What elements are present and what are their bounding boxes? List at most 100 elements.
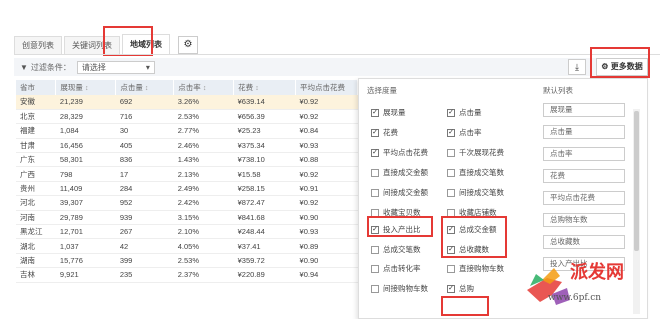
filter-select-value: 请选择 (81, 62, 106, 72)
table-row[interactable]: 福建 1,084 30 2.77% ¥25.23 ¥0.84 (16, 123, 358, 139)
checkbox-checked-icon[interactable]: ✓ (371, 148, 379, 157)
table-row[interactable]: 安徽 21,239 692 3.26% ¥639.14 ¥0.92 (16, 95, 358, 110)
metric-option[interactable]: 千次展现花费 (447, 147, 504, 158)
metric-option-label: 间接成交笔数 (459, 188, 504, 197)
table-row[interactable]: 湖北 1,037 42 4.05% ¥37.41 ¥0.89 (16, 238, 358, 254)
table-cell: ¥639.14 (233, 95, 296, 110)
checkbox-checked-icon[interactable]: ✓ (447, 284, 455, 293)
metric-option[interactable]: 间接成交金额 (371, 187, 428, 198)
checkbox-icon[interactable] (447, 168, 455, 177)
metric-option[interactable]: 间接购物车数 (371, 283, 428, 294)
metric-option[interactable]: ✓ 总成交金额 (447, 224, 497, 235)
default-list-item[interactable]: 展现量 (543, 103, 625, 117)
checkbox-checked-icon[interactable]: ✓ (447, 108, 455, 117)
checkbox-icon[interactable] (447, 208, 455, 217)
metric-option[interactable]: ✓ 花费 (371, 127, 398, 138)
download-button[interactable]: ⤓ (568, 59, 586, 75)
metric-option[interactable]: ✓ 点击量 (447, 107, 482, 118)
column-header[interactable]: 点击量 ↕ (115, 80, 175, 95)
default-list-item[interactable]: 总购物车数 (543, 213, 625, 227)
column-header[interactable]: 展现量 ↕ (55, 80, 117, 95)
tab-bar: 创意列表 关键词列表 地域列表 ⚙ (14, 34, 198, 54)
column-header[interactable]: 花费 ↕ (233, 80, 297, 95)
metric-option[interactable]: ✓ 总购 (447, 283, 474, 294)
column-header[interactable]: 省市 (16, 80, 57, 95)
watermark-brand: 派发网 (570, 262, 624, 283)
checkbox-icon[interactable] (447, 188, 455, 197)
panel-scrollbar[interactable] (633, 109, 640, 314)
table-cell: ¥0.90 (295, 210, 358, 226)
checkbox-icon[interactable] (371, 188, 379, 197)
more-data-button[interactable]: ⚙ 更多数据 (596, 58, 648, 76)
table-cell: 湖南 (16, 253, 56, 269)
table-row[interactable]: 北京 28,329 716 2.53% ¥656.39 ¥0.92 (16, 109, 358, 125)
default-list-item[interactable]: 总收藏数 (543, 235, 625, 249)
table-cell: 399 (115, 253, 174, 269)
scrollbar-thumb[interactable] (634, 111, 639, 251)
metric-option[interactable]: ✓ 平均点击花费 (371, 147, 428, 158)
table-cell: ¥0.93 (295, 224, 358, 240)
tab-region-list[interactable]: 地域列表 (122, 34, 170, 54)
table-row[interactable]: 贵州 11,409 284 2.49% ¥258.15 ¥0.91 (16, 181, 358, 197)
table-row[interactable]: 甘肃 16,456 405 2.46% ¥375.34 ¥0.93 (16, 138, 358, 154)
metric-option[interactable]: ✓ 投入产出比 (371, 224, 421, 235)
table-cell: 12,701 (55, 224, 116, 240)
checkbox-checked-icon[interactable]: ✓ (371, 225, 379, 234)
checkbox-icon[interactable] (371, 168, 379, 177)
checkbox-icon[interactable] (371, 208, 379, 217)
checkbox-checked-icon[interactable]: ✓ (447, 225, 455, 234)
metric-option-label: 点击率 (459, 128, 482, 137)
checkbox-checked-icon[interactable]: ✓ (447, 128, 455, 137)
total-cart-highlight (441, 296, 489, 316)
table-cell: 939 (115, 210, 174, 226)
table-cell: ¥37.41 (233, 238, 296, 254)
metric-option[interactable]: 间接成交笔数 (447, 187, 504, 198)
table-cell: 2.53% (173, 109, 234, 125)
table-row[interactable]: 广西 798 17 2.13% ¥15.58 ¥0.92 (16, 166, 358, 182)
default-list-item[interactable]: 点击量 (543, 125, 625, 139)
table-row[interactable]: 湖南 15,776 399 2.53% ¥359.72 ¥0.90 (16, 253, 358, 269)
checkbox-icon[interactable] (447, 148, 455, 157)
metric-option[interactable]: 收藏宝贝数 (371, 207, 421, 218)
default-list-item[interactable]: 点击率 (543, 147, 625, 161)
column-header[interactable]: 平均点击花费 (295, 80, 358, 95)
default-list-item[interactable]: 花费 (543, 169, 625, 183)
metric-option[interactable]: 点击转化率 (371, 263, 421, 274)
checkbox-checked-icon[interactable]: ✓ (447, 245, 455, 254)
metric-option-label: 收藏宝贝数 (383, 208, 421, 217)
metric-option[interactable]: 收藏店铺数 (447, 207, 497, 218)
metric-option-label: 直接成交笔数 (459, 168, 504, 177)
table-cell: ¥656.39 (233, 109, 296, 125)
tab-keyword-list[interactable]: 关键词列表 (64, 36, 120, 54)
metric-option[interactable]: 总成交笔数 (371, 244, 421, 255)
checkbox-icon[interactable] (371, 264, 379, 273)
table-row[interactable]: 河南 29,789 939 3.15% ¥841.68 ¥0.90 (16, 210, 358, 226)
tab-creative-list[interactable]: 创意列表 (14, 36, 62, 54)
checkbox-icon[interactable] (371, 245, 379, 254)
metric-option[interactable]: 直接购物车数 (447, 263, 504, 274)
table-cell: 1.43% (173, 152, 234, 168)
settings-gear-button[interactable]: ⚙ (178, 36, 198, 54)
table-row[interactable]: 黑龙江 12,701 267 2.10% ¥248.44 ¥0.93 (16, 224, 358, 240)
table-cell: 黑龙江 (16, 224, 56, 240)
column-header[interactable]: 点击率 ↕ (173, 80, 235, 95)
table-row[interactable]: 河北 39,307 952 2.42% ¥872.47 ¥0.92 (16, 195, 358, 211)
table-cell: 1,084 (55, 123, 116, 139)
checkbox-icon[interactable] (447, 264, 455, 273)
metric-option[interactable]: 直接成交笔数 (447, 167, 504, 178)
table-cell: 9,921 (55, 267, 116, 283)
metric-option[interactable]: ✓ 点击率 (447, 127, 482, 138)
metric-option[interactable]: 直接成交金额 (371, 167, 428, 178)
table-row[interactable]: 吉林 9,921 235 2.37% ¥220.89 ¥0.94 (16, 267, 358, 283)
default-list-item[interactable]: 平均点击花费 (543, 191, 625, 205)
filter-bar: ▼ 过滤条件： 请选择 ▾ (14, 58, 644, 76)
metric-option[interactable]: ✓ 总收藏数 (447, 244, 489, 255)
table-row[interactable]: 广东 58,301 836 1.43% ¥738.10 ¥0.88 (16, 152, 358, 168)
table-cell: 798 (55, 166, 116, 182)
checkbox-checked-icon[interactable]: ✓ (371, 128, 379, 137)
filter-select[interactable]: 请选择 ▾ (76, 60, 155, 74)
checkbox-icon[interactable] (371, 284, 379, 293)
table-cell: ¥359.72 (233, 253, 296, 269)
metric-option[interactable]: ✓ 展现量 (371, 107, 406, 118)
checkbox-checked-icon[interactable]: ✓ (371, 108, 379, 117)
